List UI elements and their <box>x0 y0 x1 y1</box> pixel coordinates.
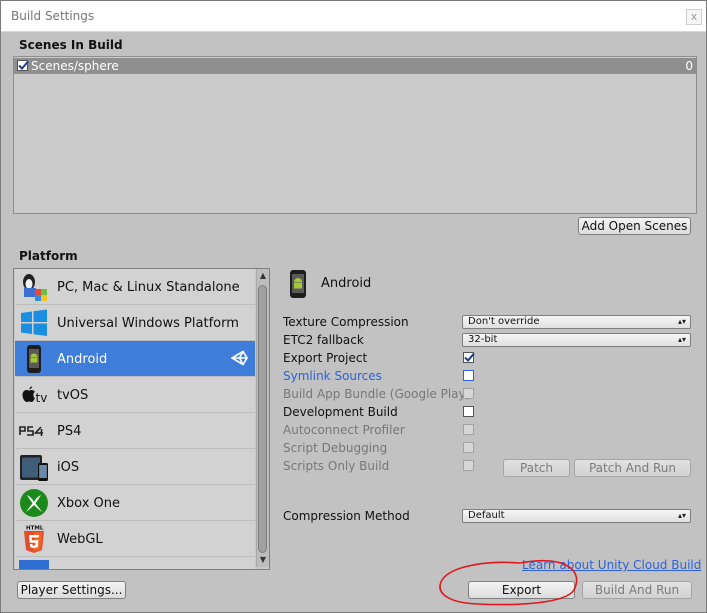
dropdown-arrows-icon: ▴▾ <box>677 335 686 344</box>
platform-settings-title: Android <box>321 276 372 291</box>
platform-list[interactable]: PC, Mac & Linux Standalone Universal Win… <box>13 268 270 570</box>
pc-standalone-icon <box>23 274 47 301</box>
export-button[interactable]: Export <box>468 581 575 599</box>
android-icon <box>27 345 41 373</box>
build-and-run-button: Build And Run <box>582 581 692 599</box>
platform-item-ps4[interactable]: PS4 <box>15 413 255 449</box>
export-project-checkbox[interactable] <box>463 352 475 363</box>
development-build-label: Development Build <box>283 405 398 419</box>
compression-method-value: Default <box>468 510 505 521</box>
svg-text:HTML: HTML <box>26 526 44 532</box>
symlink-sources-label: Symlink Sources <box>283 369 382 383</box>
patch-and-run-button: Patch And Run <box>574 459 691 477</box>
android-header-icon <box>290 270 306 298</box>
player-settings-button[interactable]: Player Settings... <box>17 581 126 599</box>
development-build-checkbox[interactable] <box>463 406 474 417</box>
script-debugging-label: Script Debugging <box>283 441 388 455</box>
scroll-down-arrow-icon[interactable]: ▼ <box>258 554 268 566</box>
platform-label: Universal Windows Platform <box>57 316 239 331</box>
platform-label: Android <box>57 352 108 367</box>
etc2-fallback-value: 32-bit <box>468 334 498 345</box>
texture-compression-dropdown[interactable]: Don't override ▴▾ <box>462 315 691 329</box>
export-project-label: Export Project <box>283 351 368 365</box>
platform-item-xbox-one[interactable]: Xbox One <box>15 485 255 521</box>
checkmark-icon <box>464 352 475 362</box>
platform-item-uwp[interactable]: Universal Windows Platform <box>15 305 255 341</box>
dropdown-arrows-icon: ▴▾ <box>677 511 686 520</box>
close-button[interactable]: x <box>686 9 702 25</box>
patch-button: Patch <box>503 459 570 477</box>
script-debugging-checkbox <box>463 442 474 453</box>
texture-compression-value: Don't override <box>468 316 540 327</box>
ios-icon <box>20 455 48 481</box>
build-settings-window: Build Settings x Scenes In Build Scenes/… <box>0 0 707 613</box>
autoconnect-profiler-checkbox <box>463 424 474 435</box>
ps4-icon <box>19 426 43 436</box>
html5-icon: HTML <box>24 526 44 553</box>
platform-header: Platform <box>19 249 78 263</box>
unity-active-platform-icon <box>231 350 248 366</box>
compression-method-label: Compression Method <box>283 509 410 523</box>
scene-checkbox[interactable] <box>17 60 29 71</box>
etc2-fallback-label: ETC2 fallback <box>283 333 364 347</box>
checkmark-icon <box>18 60 29 70</box>
cloud-build-link[interactable]: Learn about Unity Cloud Build <box>522 558 701 572</box>
svg-text:tv: tv <box>36 391 48 405</box>
platform-label: tvOS <box>57 388 89 403</box>
scene-index: 0 <box>685 59 693 73</box>
platform-label: PC, Mac & Linux Standalone <box>57 280 240 295</box>
scroll-up-arrow-icon[interactable]: ▲ <box>258 270 268 282</box>
autoconnect-profiler-label: Autoconnect Profiler <box>283 423 405 437</box>
scroll-thumb[interactable] <box>258 285 267 553</box>
scripts-only-build-label: Scripts Only Build <box>283 459 390 473</box>
window-title: Build Settings <box>11 9 95 23</box>
windows-icon <box>21 309 47 336</box>
texture-compression-label: Texture Compression <box>283 315 409 329</box>
scene-row[interactable]: Scenes/sphere 0 <box>14 58 696 74</box>
scene-list[interactable]: Scenes/sphere 0 <box>13 56 697 214</box>
platform-list-scrollbar[interactable]: ▲ ▼ <box>256 269 269 567</box>
platform-label: WebGL <box>57 532 103 547</box>
platform-label: PS4 <box>57 424 82 439</box>
scripts-only-build-checkbox <box>463 460 474 471</box>
symlink-sources-checkbox[interactable] <box>463 370 474 381</box>
platform-item-android[interactable]: Android <box>15 341 255 377</box>
apple-tv-icon: tv <box>22 386 48 405</box>
compression-method-dropdown[interactable]: Default ▴▾ <box>462 509 691 523</box>
platform-item-tvos[interactable]: tv tvOS <box>15 377 255 413</box>
platform-item-partial[interactable] <box>15 557 255 569</box>
build-app-bundle-label: Build App Bundle (Google Play) <box>283 387 471 401</box>
platform-item-ios[interactable]: iOS <box>15 449 255 485</box>
title-bar[interactable]: Build Settings x <box>1 1 706 32</box>
scene-name: Scenes/sphere <box>31 59 119 73</box>
dropdown-arrows-icon: ▴▾ <box>677 317 686 326</box>
platform-item-webgl[interactable]: HTML WebGL <box>15 521 255 557</box>
facebook-icon <box>19 560 49 569</box>
add-open-scenes-button[interactable]: Add Open Scenes <box>578 217 691 235</box>
xbox-icon <box>20 489 48 517</box>
etc2-fallback-dropdown[interactable]: 32-bit ▴▾ <box>462 333 691 347</box>
build-app-bundle-checkbox <box>463 388 474 399</box>
scenes-in-build-header: Scenes In Build <box>19 38 123 52</box>
platform-label: iOS <box>57 460 80 475</box>
platform-item-pc-standalone[interactable]: PC, Mac & Linux Standalone <box>15 269 255 305</box>
platform-label: Xbox One <box>57 496 121 511</box>
